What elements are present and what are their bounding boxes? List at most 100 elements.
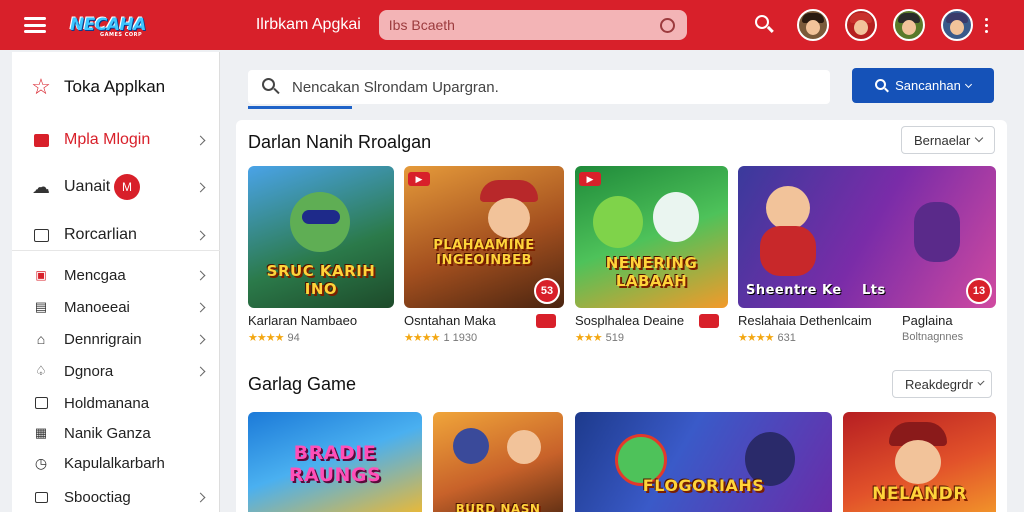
star-rating-icon: ★★★★ bbox=[738, 332, 774, 344]
character-illustration bbox=[488, 198, 530, 238]
sidebar-item-label: Toka Applkan bbox=[64, 77, 166, 96]
hamburger-menu-icon[interactable] bbox=[24, 17, 46, 33]
app-box-icon bbox=[32, 131, 50, 149]
level-badge: 13 bbox=[966, 278, 992, 304]
search-icon[interactable] bbox=[754, 15, 775, 35]
game-rating: ★★★ 519 bbox=[575, 331, 624, 344]
section-title: Garlag Game bbox=[248, 374, 357, 394]
avatar-list bbox=[796, 9, 989, 41]
sidebar-item-toka-applkan[interactable]: ☆ Toka Applkan bbox=[12, 74, 220, 100]
game-thumbnail: FLOGORIAHS bbox=[575, 412, 832, 512]
game-rating: ★★★★ 94 bbox=[248, 331, 300, 344]
top-search-placeholder: Ibs Bcaeth bbox=[388, 17, 455, 33]
section-title: Darlan Nanih Rroalgan bbox=[248, 132, 432, 152]
app-logo[interactable]: NECAHA GAMES CORP bbox=[70, 15, 146, 38]
sidebar-item-dgnora[interactable]: ♤ Dgnora bbox=[12, 360, 220, 382]
sidebar-item-kapulalkarbarh[interactable]: ◷ Kapulalkarbarh bbox=[12, 452, 220, 474]
sort-dropdown-label: Bernaelar bbox=[914, 132, 971, 148]
sidebar-item-rorcarlian[interactable]: Rorcarlian bbox=[12, 224, 220, 246]
search-button[interactable]: Sancanhan bbox=[852, 68, 994, 103]
avatar[interactable] bbox=[796, 9, 829, 41]
game-thumbnail: BURD NASN bbox=[433, 412, 563, 512]
mail-icon bbox=[32, 226, 50, 244]
cloud-icon: ☁ bbox=[32, 176, 50, 197]
game-card[interactable]: SRUC KARIH INO Karlaran Nambaeo ★★★★ 94 bbox=[248, 166, 394, 346]
game-card[interactable]: BRADIE RAUNGS bbox=[248, 412, 422, 512]
keyboard-icon bbox=[32, 488, 50, 506]
game-title-art: NENERING LABAAH bbox=[605, 254, 698, 290]
chevron-down-icon bbox=[977, 378, 985, 386]
app-title: Ilrbkam Apgkai bbox=[255, 16, 361, 33]
sidebar-item-nanik-ganza[interactable]: ▦ Nanik Ganza bbox=[12, 422, 220, 444]
sidebar-item-uanait[interactable]: ☁ Uanait M bbox=[12, 174, 220, 200]
sidebar-item-manoeeai[interactable]: ▤ Manoeeai bbox=[12, 296, 220, 318]
sort-dropdown[interactable]: Reakdegrdr bbox=[892, 370, 992, 398]
sidebar-item-label: Rorcarlian bbox=[64, 226, 137, 243]
chevron-down-icon bbox=[964, 80, 972, 88]
main-search-input[interactable]: Nencakan Slrondam Upargran. bbox=[248, 70, 830, 104]
game-card[interactable]: ▶ NENERING LABAAH Sosplhalea Deaine ★★★ 5… bbox=[575, 166, 728, 346]
chevron-right-icon bbox=[195, 182, 206, 192]
rating-value: 519 bbox=[605, 332, 624, 344]
game-title-art: Sheentre Ke bbox=[746, 283, 842, 298]
sidebar-item-dennrigrain[interactable]: ⌂ Dennrigrain bbox=[12, 328, 220, 350]
content-panel: Darlan Nanih Rroalgan Bernaelar SRUC KAR… bbox=[236, 120, 1007, 512]
shield-icon: ⌂ bbox=[36, 331, 46, 347]
game-card[interactable]: ▶ PLAHAAMINE INGEOINBEB 53 Osntahan Maka… bbox=[404, 166, 564, 346]
star-rating-icon: ★★★★ bbox=[404, 332, 440, 344]
avatar[interactable] bbox=[892, 9, 925, 41]
chevron-down-icon bbox=[975, 133, 984, 143]
sidebar-item-label: Sbooctiag bbox=[64, 488, 131, 506]
character-illustration bbox=[507, 430, 541, 464]
level-badge: 53 bbox=[534, 278, 560, 304]
sidebar-item-label: Kapulalkarbarh bbox=[64, 454, 165, 472]
sidebar-item-label: Mpla Mlogin bbox=[64, 131, 151, 148]
avatar[interactable] bbox=[844, 9, 877, 41]
character-illustration bbox=[766, 186, 810, 230]
character-illustration bbox=[453, 428, 489, 464]
search-icon bbox=[875, 78, 890, 93]
game-title-art: BURD NASN bbox=[455, 502, 541, 512]
calendar-icon: ▦ bbox=[34, 425, 48, 440]
game-card[interactable]: NELANDR bbox=[843, 412, 996, 512]
top-app-bar: NECAHA GAMES CORP Ilrbkam Apgkai Ibs Bca… bbox=[0, 0, 1024, 50]
clipboard-icon: ▤ bbox=[34, 299, 48, 314]
game-card[interactable]: BURD NASN bbox=[433, 412, 563, 512]
sidebar-item-label: Dgnora bbox=[64, 362, 114, 380]
rating-value: 94 bbox=[287, 332, 300, 344]
character-illustration bbox=[895, 440, 941, 484]
game-rating: ★★★★ 1 1930 bbox=[404, 331, 477, 344]
game-title-art: FLOGORIAHS bbox=[642, 476, 765, 495]
developer-subtitle: Boltnagnnes bbox=[902, 331, 964, 343]
top-search-input[interactable]: Ibs Bcaeth bbox=[378, 10, 687, 40]
game-title-art: BRADIE RAUNGS bbox=[288, 442, 382, 486]
game-thumbnail: ▶ NENERING LABAAH bbox=[575, 166, 728, 308]
tag-icon: ▶ bbox=[408, 172, 430, 186]
game-card[interactable]: FLOGORIAHS bbox=[575, 412, 832, 512]
sidebar-item-sbooctiag[interactable]: Sbooctiag bbox=[12, 486, 220, 508]
sidebar-item-label: Holdmanana bbox=[64, 394, 150, 412]
clock-icon: ◷ bbox=[34, 454, 48, 471]
top-search-circle-icon bbox=[659, 17, 675, 33]
game-card[interactable]: Sheentre Ke Lts 13 Reslahaia Dethenlcaim… bbox=[738, 166, 996, 346]
game-thumbnail: SRUC KARIH INO bbox=[248, 166, 394, 308]
avatar[interactable] bbox=[940, 9, 973, 41]
chevron-right-icon bbox=[195, 270, 206, 280]
sidebar-item-holdmanana[interactable]: Holdmanana bbox=[12, 392, 220, 414]
sort-dropdown[interactable]: Bernaelar bbox=[901, 126, 995, 154]
play-icon: ▣ bbox=[35, 268, 47, 282]
bell-icon: ♤ bbox=[35, 363, 47, 378]
install-icon[interactable] bbox=[536, 314, 556, 328]
search-button-label: Sancanhan bbox=[895, 78, 961, 93]
game-name: Reslahaia Dethenlcaim bbox=[738, 313, 872, 328]
sidebar-item-mencgaa[interactable]: ▣ Mencgaa bbox=[12, 264, 220, 286]
sidebar-item-mpla-mlogin[interactable]: Mpla Mlogin bbox=[12, 128, 220, 152]
game-title-art: PLAHAAMINE INGEOINBEB bbox=[433, 238, 535, 268]
search-active-underline bbox=[248, 106, 352, 109]
chevron-right-icon bbox=[195, 230, 206, 240]
more-options-icon[interactable] bbox=[984, 17, 988, 33]
game-title-art: NELANDR bbox=[872, 484, 967, 504]
sidebar-divider bbox=[12, 250, 220, 251]
image-icon bbox=[32, 394, 50, 412]
install-icon[interactable] bbox=[699, 314, 719, 328]
